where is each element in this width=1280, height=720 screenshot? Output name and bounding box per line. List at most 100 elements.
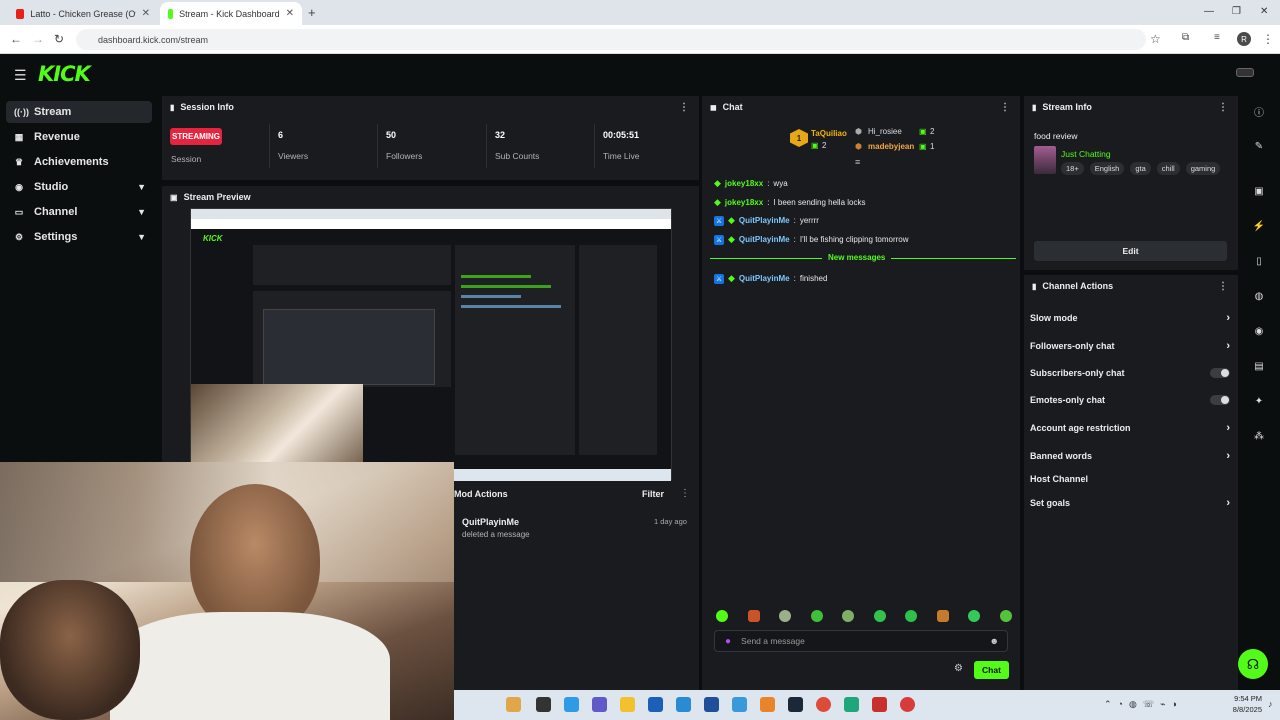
chat-bubble-icon[interactable]: ◍ [1250, 287, 1268, 305]
sidebar-item-achievements[interactable]: ♛ Achievements [6, 151, 152, 173]
profile-avatar[interactable]: R [1237, 32, 1251, 46]
sidebar-item-channel[interactable]: ▭ Channel ▼ [6, 201, 152, 223]
extensions-icon[interactable]: ⧉ [1182, 32, 1189, 43]
filter-button[interactable]: Filter [642, 489, 664, 499]
category-name[interactable]: Just Chatting [1061, 149, 1111, 159]
document-icon[interactable]: ▯ [1250, 252, 1268, 270]
wrench-icon[interactable]: ✦ [1250, 392, 1268, 410]
mod-actions-panel: Mod Actions Filter ⋮ QuitPlayinMe delete… [454, 484, 699, 690]
tag: English [1089, 162, 1125, 175]
sidebar-item-stream[interactable]: ((·)) Stream [6, 101, 152, 123]
browser-tab-latto[interactable]: Latto - Chicken Grease (Official ✕ [8, 2, 158, 25]
action-banned-words[interactable]: Banned words › [1030, 450, 1230, 462]
taskbar-app-icon[interactable] [872, 697, 887, 712]
mod-entry-user[interactable]: QuitPlayinMe [462, 517, 519, 527]
chat-input-box[interactable]: ● Send a message ☻ [714, 630, 1008, 652]
emote-icon[interactable] [968, 610, 981, 622]
menu-lines-icon[interactable]: ≡ [1214, 32, 1220, 43]
system-tray-icons[interactable]: ⌃◔◍☏⌁◑ [1104, 699, 1183, 710]
send-chat-button[interactable]: Chat [974, 661, 1009, 679]
screen-capture-icon[interactable]: ▣ [1250, 182, 1268, 200]
taskbar-app-icon[interactable] [844, 697, 859, 712]
tag: 18+ [1061, 162, 1084, 175]
emotes-only-toggle[interactable] [1210, 395, 1230, 405]
leaderboard-first-name[interactable]: TaQuiliao [811, 129, 847, 138]
edit-stream-info-button[interactable]: Edit [1034, 241, 1227, 261]
window-close-icon[interactable]: ✕ [1260, 6, 1268, 17]
user-avatar[interactable] [1236, 68, 1254, 77]
taskbar-app-icon[interactable] [506, 697, 521, 712]
folder-icon[interactable] [620, 697, 635, 712]
back-icon[interactable]: ← [10, 32, 22, 46]
action-account-age-restriction[interactable]: Account age restriction › [1030, 422, 1230, 434]
pencil-icon[interactable]: ✎ [1250, 137, 1268, 155]
taskbar-app-icon[interactable] [592, 697, 607, 712]
minimize-icon[interactable]: — [1204, 6, 1214, 17]
emote-icon[interactable] [810, 610, 823, 622]
taskbar-app-icon[interactable] [648, 697, 663, 712]
emote-icon[interactable] [905, 610, 918, 622]
chat-settings-gear-icon[interactable]: ⚙ [954, 663, 963, 674]
emote-icon[interactable] [842, 610, 855, 622]
kebab-menu-icon[interactable]: ⋮ [679, 102, 689, 113]
emote-icon[interactable] [936, 610, 949, 622]
taskbar-app-icon[interactable] [564, 697, 579, 712]
kick-logo[interactable]: KICK [38, 62, 91, 86]
revenue-icon: ▦ [14, 131, 24, 142]
taskbar-app-icon[interactable] [704, 697, 719, 712]
expand-leaderboard-icon[interactable]: ≡ [855, 157, 860, 167]
microphone-icon[interactable]: ● [725, 636, 731, 647]
notification-bell-icon[interactable]: ♪ [1268, 699, 1273, 709]
layout-icon[interactable]: ▤ [1250, 357, 1268, 375]
more-vert-icon[interactable]: ⋮ [1262, 32, 1274, 46]
taskbar-app-icon[interactable] [760, 697, 775, 712]
preview-recursive-screen [263, 309, 435, 385]
hamburger-menu-icon[interactable]: ☰ [14, 67, 27, 84]
nodes-icon[interactable]: ⁂ [1250, 427, 1268, 445]
gear-icon: ⚙ [14, 231, 24, 242]
taskbar-app-icon[interactable] [536, 697, 551, 712]
emote-icon[interactable] [999, 610, 1012, 622]
maximize-icon[interactable]: ❐ [1232, 6, 1241, 17]
tray-time[interactable]: 9:54 PM [1222, 694, 1262, 703]
sidebar-item-studio[interactable]: ◉ Studio ▼ [6, 176, 152, 198]
taskbar-app-icon[interactable] [900, 697, 915, 712]
forward-icon[interactable]: → [32, 32, 44, 46]
chrome-icon[interactable] [816, 697, 831, 712]
kebab-menu-icon[interactable]: ⋮ [1218, 281, 1228, 292]
emoji-picker-icon[interactable]: ☻ [990, 636, 999, 646]
reload-icon[interactable]: ↻ [54, 32, 64, 46]
taskbar-app-icon[interactable] [732, 697, 747, 712]
mail-icon[interactable] [676, 697, 691, 712]
kebab-menu-icon[interactable]: ⋮ [1218, 102, 1228, 113]
info-circle-icon[interactable]: ⓘ [1250, 102, 1268, 120]
action-host-channel[interactable]: Host Channel [1030, 474, 1230, 484]
emote-icon[interactable] [716, 610, 728, 622]
support-headset-icon[interactable]: ☊ [1238, 649, 1268, 679]
action-followers-only-chat[interactable]: Followers-only chat › [1030, 340, 1230, 352]
emote-icon[interactable] [779, 610, 792, 622]
close-tab-icon[interactable]: ✕ [142, 8, 150, 19]
emote-icon[interactable] [747, 610, 760, 622]
emote-icon[interactable] [873, 610, 886, 622]
bookmark-star-icon[interactable]: ☆ [1150, 32, 1161, 46]
url-field[interactable]: dashboard.kick.com/stream [76, 29, 1146, 50]
action-slow-mode[interactable]: Slow mode › [1030, 312, 1230, 324]
moderator-sword-icon: ⚔ [714, 215, 724, 226]
sidebar-item-revenue[interactable]: ▦ Revenue [6, 126, 152, 148]
browser-tab-kick[interactable]: Stream - Kick Dashboard ✕ [160, 2, 302, 25]
lightning-icon[interactable]: ⚡ [1250, 217, 1268, 235]
leaderboard-third-name[interactable]: madebyjean [868, 142, 914, 151]
stream-preview-video[interactable]: KICK [190, 208, 672, 481]
steam-icon[interactable] [788, 697, 803, 712]
tray-date[interactable]: 8/8/2025 [1222, 705, 1262, 714]
broadcast-icon[interactable]: ◉ [1250, 322, 1268, 340]
leaderboard-second-name[interactable]: Hi_rosiee [868, 127, 902, 136]
action-set-goals[interactable]: Set goals › [1030, 497, 1230, 509]
subscribers-only-toggle[interactable] [1210, 368, 1230, 378]
new-tab-button[interactable]: + [308, 5, 316, 20]
close-tab-icon[interactable]: ✕ [286, 8, 294, 19]
kebab-menu-icon[interactable]: ⋮ [680, 488, 690, 499]
kebab-menu-icon[interactable]: ⋮ [1000, 102, 1010, 113]
sidebar-item-settings[interactable]: ⚙ Settings ▼ [6, 226, 152, 248]
